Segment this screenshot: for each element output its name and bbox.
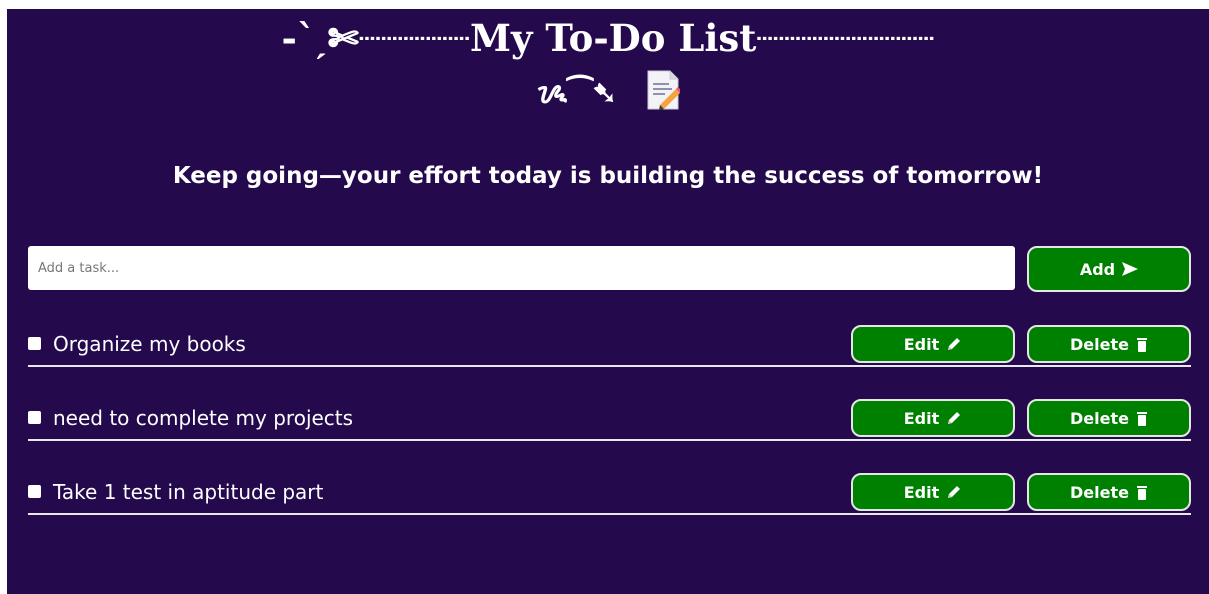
- edit-button-label: Edit: [903, 408, 940, 428]
- title-decoration-text: ᝰ⁀➷: [536, 76, 618, 111]
- delete-button[interactable]: Delete: [1027, 399, 1191, 437]
- edit-button[interactable]: Edit: [851, 399, 1015, 437]
- delete-button-label: Delete: [1070, 408, 1129, 428]
- edit-button[interactable]: Edit: [851, 325, 1015, 363]
- task-checkbox[interactable]: [28, 485, 41, 498]
- trash-icon: [1136, 411, 1148, 426]
- edit-button[interactable]: Edit: [851, 473, 1015, 511]
- motivation-text: Keep going—your effort today is building…: [172, 163, 1044, 189]
- delete-button-label: Delete: [1070, 482, 1129, 502]
- edit-button-label: Edit: [903, 482, 940, 502]
- trash-icon: [1136, 485, 1148, 500]
- pencil-icon: [946, 410, 962, 426]
- title-decoration: ᝰ⁀➷: [7, 69, 1209, 118]
- add-button[interactable]: Add: [1027, 246, 1191, 292]
- delete-button[interactable]: Delete: [1027, 325, 1191, 363]
- task-text: Organize my books: [53, 332, 246, 356]
- task-checkbox[interactable]: [28, 337, 41, 350]
- notepad-icon: [646, 69, 682, 111]
- edit-button-label: Edit: [903, 334, 940, 354]
- pencil-icon: [946, 336, 962, 352]
- task-text: Take 1 test in aptitude part: [53, 480, 324, 504]
- delete-button-label: Delete: [1070, 334, 1129, 354]
- add-button-label: Add: [1079, 259, 1116, 279]
- trash-icon: [1136, 337, 1148, 352]
- todo-app: -`ˏ✄┈┈┈┈┈My To-Do List┈┈┈┈┈┈┈┈ ᝰ⁀➷ Keep …: [7, 9, 1209, 594]
- task-row: Take 1 test in aptitude part Edit Delete: [28, 473, 1191, 515]
- delete-button[interactable]: Delete: [1027, 473, 1191, 511]
- task-input[interactable]: [28, 246, 1015, 290]
- send-arrow-icon: [1122, 262, 1139, 276]
- page-title: -`ˏ✄┈┈┈┈┈My To-Do List┈┈┈┈┈┈┈┈: [281, 16, 935, 60]
- task-checkbox[interactable]: [28, 411, 41, 424]
- pencil-icon: [946, 484, 962, 500]
- task-row: need to complete my projects Edit Delete: [28, 399, 1191, 441]
- task-row: Organize my books Edit Delete: [28, 325, 1191, 367]
- task-text: need to complete my projects: [53, 406, 354, 430]
